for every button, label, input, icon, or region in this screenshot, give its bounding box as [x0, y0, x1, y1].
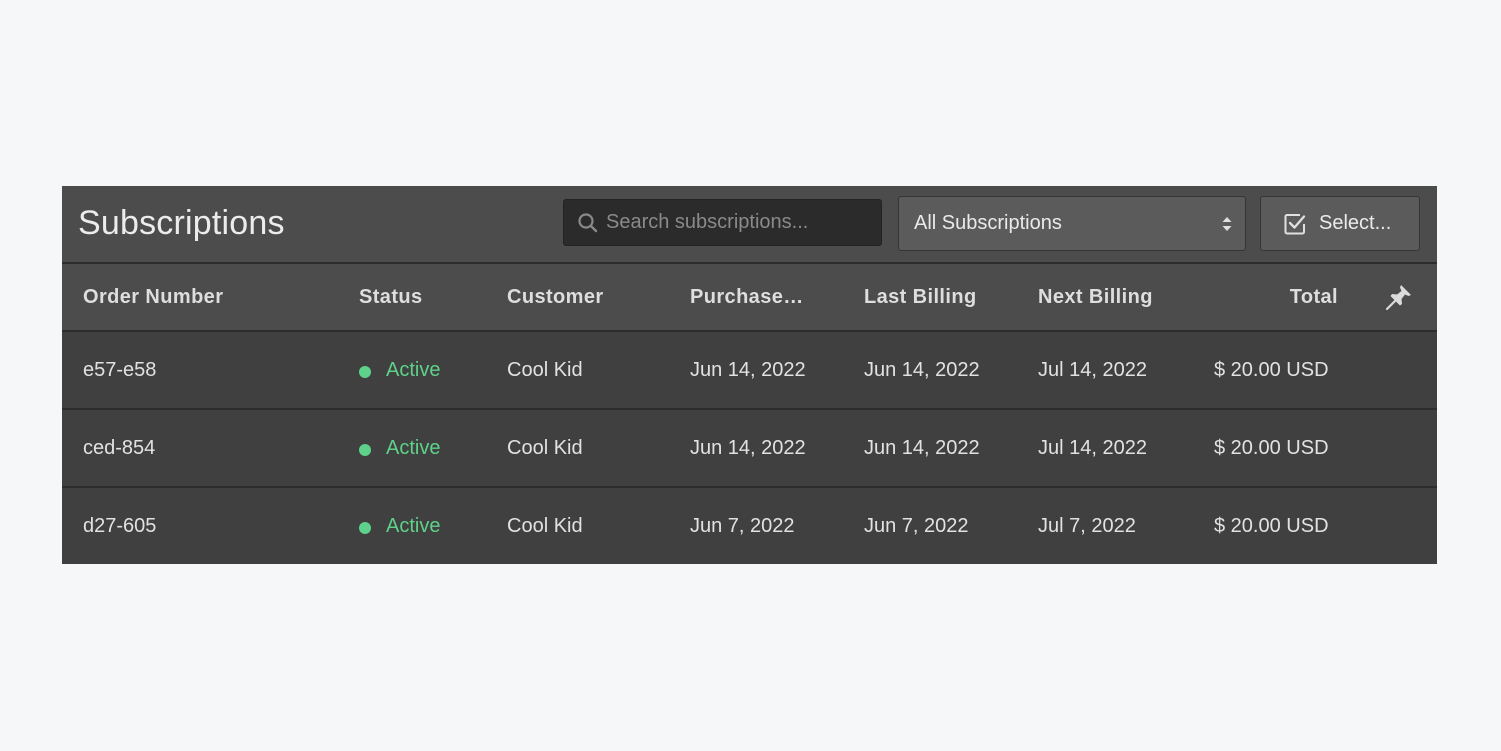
column-header-status[interactable]: Status: [359, 286, 423, 309]
select-button[interactable]: Select...: [1260, 196, 1420, 251]
last-billing-date: Jun 14, 2022: [864, 359, 980, 381]
status-dot-icon: [359, 444, 371, 456]
search-input[interactable]: [606, 200, 876, 245]
search-field[interactable]: [563, 199, 882, 246]
panel-header: Subscriptions All Subscriptions Select..…: [62, 186, 1437, 264]
purchase-date: Jun 14, 2022: [690, 359, 806, 381]
search-icon: [578, 213, 598, 233]
table-row[interactable]: d27-605 Active Cool Kid Jun 7, 2022 Jun …: [62, 488, 1437, 564]
next-billing-date: Jul 14, 2022: [1038, 437, 1147, 459]
order-number: ced-854: [83, 437, 156, 459]
sort-arrows-icon: [1222, 217, 1232, 231]
total-amount: $ 20.00 USD: [1214, 515, 1329, 537]
dropdown-selected-value: All Subscriptions: [914, 212, 1062, 234]
status-dot-icon: [359, 522, 371, 534]
customer-name: Cool Kid: [507, 359, 583, 381]
table-row[interactable]: e57-e58 Active Cool Kid Jun 14, 2022 Jun…: [62, 332, 1437, 410]
customer-name: Cool Kid: [507, 515, 583, 537]
column-header-last-billing[interactable]: Last Billing: [864, 286, 977, 309]
column-header-purchase[interactable]: Purchase…: [690, 286, 804, 309]
column-header-order-number[interactable]: Order Number: [83, 286, 223, 309]
status-badge: Active: [386, 359, 441, 381]
customer-name: Cool Kid: [507, 437, 583, 459]
status-badge: Active: [386, 437, 441, 459]
column-header-next-billing[interactable]: Next Billing: [1038, 286, 1153, 309]
subscription-filter-dropdown[interactable]: All Subscriptions: [898, 196, 1246, 251]
total-amount: $ 20.00 USD: [1214, 437, 1329, 459]
table-header: Order Number Status Customer Purchase… L…: [62, 264, 1437, 332]
purchase-date: Jun 7, 2022: [690, 515, 795, 537]
select-button-label: Select...: [1319, 212, 1392, 234]
pin-icon[interactable]: [1384, 282, 1414, 312]
next-billing-date: Jul 7, 2022: [1038, 515, 1136, 537]
status-badge: Active: [386, 515, 441, 537]
subscriptions-panel: Subscriptions All Subscriptions Select..…: [62, 186, 1437, 564]
page-title: Subscriptions: [78, 204, 285, 242]
table-row[interactable]: ced-854 Active Cool Kid Jun 14, 2022 Jun…: [62, 410, 1437, 488]
column-header-customer[interactable]: Customer: [507, 286, 604, 309]
order-number: e57-e58: [83, 359, 157, 381]
order-number: d27-605: [83, 515, 157, 537]
column-header-total[interactable]: Total: [1290, 286, 1338, 309]
total-amount: $ 20.00 USD: [1214, 359, 1329, 381]
next-billing-date: Jul 14, 2022: [1038, 359, 1147, 381]
last-billing-date: Jun 14, 2022: [864, 437, 980, 459]
status-dot-icon: [359, 366, 371, 378]
checkbox-checked-icon: [1284, 214, 1306, 235]
purchase-date: Jun 14, 2022: [690, 437, 806, 459]
last-billing-date: Jun 7, 2022: [864, 515, 969, 537]
